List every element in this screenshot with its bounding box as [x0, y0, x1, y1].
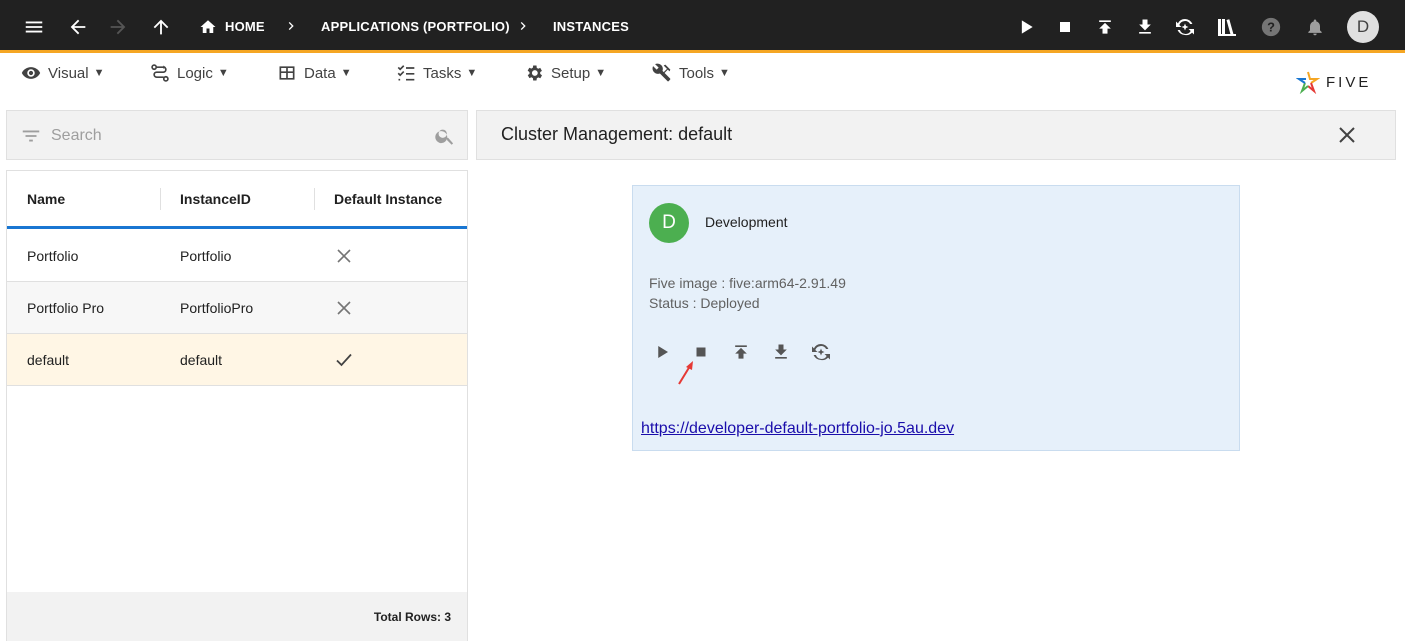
menu-logic[interactable]: Logic ▼: [150, 62, 229, 84]
table-row[interactable]: Portfolio Pro PortfolioPro: [7, 282, 467, 334]
five-logo-mark-icon: [1296, 71, 1320, 94]
menu-logic-label: Logic: [177, 64, 213, 82]
chevron-right-icon: [283, 18, 299, 39]
avatar: D: [649, 203, 689, 243]
caret-down-icon: ▼: [719, 67, 730, 79]
user-avatar[interactable]: D: [1347, 11, 1379, 43]
cell-instance-id: Portfolio: [180, 247, 232, 264]
menu-visual[interactable]: Visual ▼: [21, 62, 104, 84]
menu-setup[interactable]: Setup ▼: [524, 62, 606, 84]
five-logo: FIVE: [1296, 70, 1371, 94]
tools-icon: [652, 63, 671, 82]
cell-instance-id: default: [180, 351, 223, 368]
home-icon: [200, 19, 216, 33]
caret-down-icon: ▼: [466, 67, 478, 79]
breadcrumb-instances-label: INSTANCES: [553, 19, 629, 34]
search-bar: [6, 110, 468, 160]
up-arrow-icon[interactable]: [145, 11, 177, 43]
five-logo-text: FIVE: [1326, 73, 1372, 91]
filter-icon[interactable]: [15, 120, 47, 152]
table-row[interactable]: Portfolio Portfolio: [7, 230, 467, 282]
gear-icon: [527, 65, 542, 81]
detail-header: Cluster Management: default: [476, 110, 1396, 160]
search-input[interactable]: [51, 123, 421, 149]
play-icon[interactable]: [1010, 11, 1042, 43]
column-header-name[interactable]: Name: [27, 171, 65, 227]
column-divider[interactable]: [314, 188, 315, 210]
cell-name: Portfolio Pro: [27, 299, 105, 316]
app-bar: HOME APPLICATIONS (PORTFOLIO) INSTANCES …: [0, 0, 1405, 53]
cell-name: default: [27, 351, 70, 368]
caret-down-icon: ▼: [595, 67, 607, 79]
breadcrumb-home[interactable]: HOME: [199, 0, 265, 53]
breadcrumb-applications-label: APPLICATIONS (PORTFOLIO): [321, 19, 510, 34]
deploy-upload-icon[interactable]: [725, 336, 757, 368]
cell-name: Portfolio: [27, 247, 79, 264]
caret-down-icon: ▼: [340, 67, 352, 79]
back-arrow-icon[interactable]: [62, 11, 94, 43]
table-icon: [279, 66, 295, 80]
breadcrumb-applications[interactable]: APPLICATIONS (PORTFOLIO): [321, 0, 510, 53]
caret-down-icon: ▼: [93, 67, 105, 79]
notifications-bell-icon[interactable]: [1299, 11, 1331, 43]
column-header-instanceid[interactable]: InstanceID: [180, 171, 251, 227]
caret-down-icon: ▼: [217, 67, 229, 79]
checklist-icon: [397, 65, 415, 81]
help-icon[interactable]: ?: [1255, 11, 1287, 43]
download-icon[interactable]: [1129, 11, 1161, 43]
column-divider[interactable]: [160, 188, 161, 210]
menu-tasks[interactable]: Tasks ▼: [396, 62, 477, 84]
chevron-right-icon: [515, 18, 531, 39]
menu-bar: Visual ▼ Logic ▼ Data ▼ Tasks ▼ Setup ▼ …: [0, 56, 1405, 92]
cluster-name: Development: [705, 214, 788, 230]
logic-flow-icon: [151, 64, 169, 82]
column-header-default-instance[interactable]: Default Instance: [334, 171, 442, 227]
deploy-upload-icon[interactable]: [1089, 11, 1121, 43]
table-footer: Total Rows: 3: [7, 592, 467, 641]
menu-setup-label: Setup: [551, 64, 591, 82]
close-x-icon: [337, 282, 351, 333]
five-image-text: Five image : five:arm64-2.91.49: [649, 275, 846, 291]
play-icon[interactable]: [646, 336, 678, 368]
page-title: Cluster Management: default: [501, 124, 733, 144]
refresh-sync-icon[interactable]: [1169, 11, 1201, 43]
table-header: Name InstanceID Default Instance: [7, 171, 467, 229]
menu-tools[interactable]: Tools ▼: [652, 62, 730, 84]
menu-data-label: Data: [304, 64, 336, 82]
cell-instance-id: PortfolioPro: [180, 299, 254, 316]
annotation-arrow-icon: [678, 361, 693, 385]
stop-icon[interactable]: [1049, 11, 1081, 43]
instance-url-link[interactable]: https://developer-default-portfolio-jo.5…: [641, 420, 954, 438]
breadcrumb-home-label: HOME: [225, 19, 265, 34]
breadcrumb-instances[interactable]: INSTANCES: [553, 0, 629, 53]
forward-arrow-icon: [102, 11, 134, 43]
menu-data[interactable]: Data ▼: [277, 62, 352, 84]
download-icon[interactable]: [765, 336, 797, 368]
refresh-sync-icon[interactable]: [805, 336, 837, 368]
cluster-card: D Development Five image : five:arm64-2.…: [632, 185, 1240, 451]
menu-tools-label: Tools: [679, 64, 715, 82]
search-icon[interactable]: [429, 120, 461, 152]
svg-text:?: ?: [1267, 20, 1275, 35]
menu-tasks-label: Tasks: [423, 64, 462, 82]
close-icon[interactable]: [1331, 119, 1363, 151]
menu-visual-label: Visual: [48, 64, 89, 82]
checkmark-icon: [336, 334, 352, 385]
close-x-icon: [337, 230, 351, 281]
table-row-selected[interactable]: default default: [7, 334, 467, 386]
instances-table: Name InstanceID Default Instance Portfol…: [6, 170, 468, 641]
status-text: Status : Deployed: [649, 295, 760, 311]
library-icon[interactable]: [1211, 11, 1243, 43]
eye-icon: [21, 67, 41, 79]
menu-icon[interactable]: [18, 11, 50, 43]
